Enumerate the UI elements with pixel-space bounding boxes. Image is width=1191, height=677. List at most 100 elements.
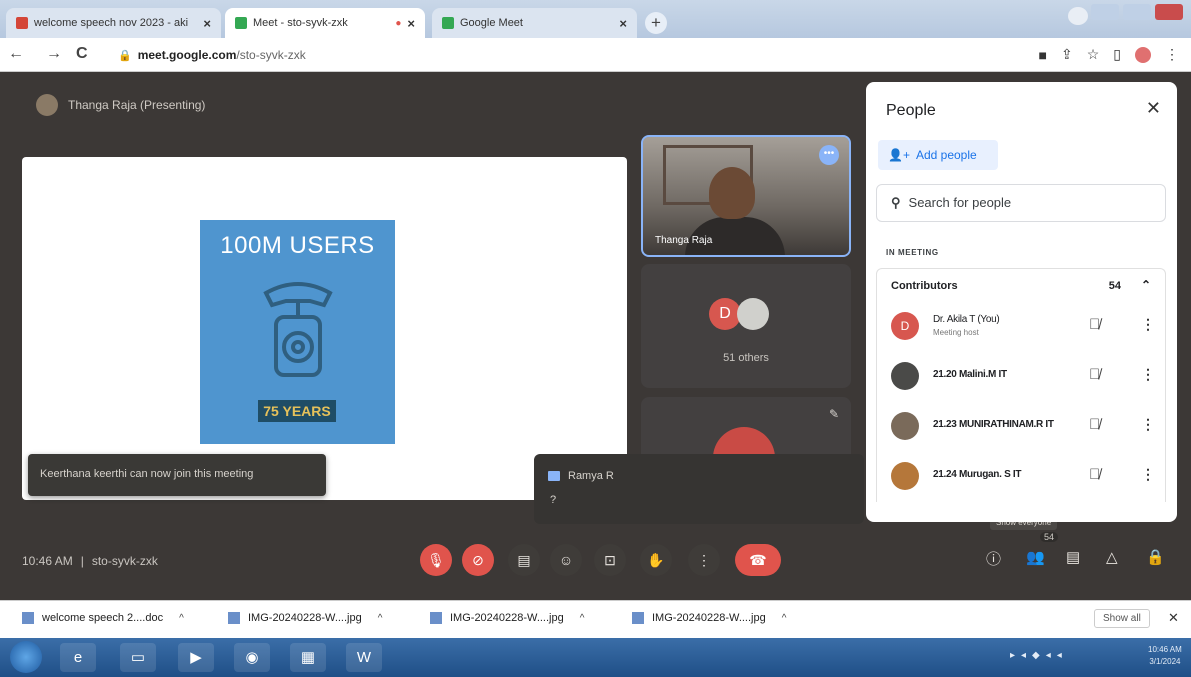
tab-meet[interactable]: Meet - sto-syvk-zxk ● × <box>225 8 425 38</box>
chat-sender: Ramya R <box>548 470 614 482</box>
show-all-button[interactable]: Show all <box>1094 609 1150 628</box>
forward-icon[interactable]: → <box>46 45 62 63</box>
doc-file-icon <box>22 612 34 624</box>
photo-viewer-icon[interactable]: ▦ <box>290 643 326 672</box>
participant-name: 21.23 MUNIRATHINAM.R IT <box>933 419 1054 430</box>
chevron-up-icon[interactable]: ^ <box>179 613 184 624</box>
more-vert-icon[interactable]: ⋮ <box>1141 466 1155 483</box>
media-player-icon[interactable]: ▶ <box>178 643 214 672</box>
download-item[interactable]: IMG-20240228-W....jpg ^ <box>430 612 584 624</box>
new-tab-button[interactable]: + <box>645 12 667 34</box>
address-bar: ← → C 🔒 meet.google.com/sto-syvk-zxk ■ ⇪ … <box>0 38 1191 72</box>
chevron-up-icon[interactable]: ⌃ <box>1141 278 1151 292</box>
tab-title: welcome speech nov 2023 - aki <box>34 17 189 29</box>
chat-popup[interactable]: Ramya R ? <box>534 454 864 524</box>
close-icon[interactable]: ✕ <box>1168 610 1179 626</box>
close-tab-icon[interactable]: × <box>407 16 415 31</box>
window-close-button[interactable] <box>1155 4 1183 20</box>
reload-icon[interactable]: C <box>76 45 88 63</box>
camera-toggle-button[interactable]: ⊘ <box>462 544 494 576</box>
participant-row[interactable]: D Dr. Akila T (You) Meeting host 🎙̸ ⋮ <box>876 302 1166 352</box>
toolbar-icons: ■ ⇪ ☆ ▯ ⋮ <box>1039 46 1179 63</box>
add-people-label: Add people <box>915 148 977 162</box>
close-icon[interactable]: ✕ <box>1146 98 1161 119</box>
add-people-button[interactable]: 👤+ Add people <box>878 140 998 170</box>
chat-icon <box>548 471 560 481</box>
minimize-button[interactable] <box>1091 4 1119 20</box>
poster-badge: 75 YEARS <box>258 400 336 422</box>
mic-toggle-button[interactable]: 🎙 <box>420 544 452 576</box>
participant-row[interactable]: 21.20 Malini.M IT 🎙̸ ⋮ <box>876 352 1166 402</box>
system-tray[interactable]: ▸◂◆◂◂ <box>1010 650 1068 661</box>
captions-button[interactable]: ▤ <box>508 544 540 576</box>
side-panel-icon[interactable]: ▯ <box>1113 46 1121 63</box>
clock-date: 3/1/2024 <box>1149 657 1181 666</box>
participant-name: 21.24 Murugan. S IT <box>933 469 1022 480</box>
download-item[interactable]: IMG-20240228-W....jpg ^ <box>228 612 382 624</box>
others-tile[interactable]: D 51 others <box>641 264 851 388</box>
meeting-code: sto-syvk-zxk <box>91 554 158 568</box>
downloads-bar: welcome speech 2....doc ^ IMG-20240228-W… <box>0 600 1191 638</box>
participant-row[interactable]: 21.23 MUNIRATHINAM.R IT 🎙̸ ⋮ <box>876 402 1166 452</box>
download-item[interactable]: welcome speech 2....doc ^ <box>22 612 184 624</box>
screen: welcome speech nov 2023 - aki × Meet - s… <box>0 0 1191 677</box>
presenter-label: Thanga Raja (Presenting) <box>36 94 205 116</box>
people-icon[interactable]: 👥 <box>1026 548 1045 566</box>
camera-icon[interactable]: ■ <box>1039 47 1047 63</box>
video-person-head <box>709 167 755 219</box>
word-icon[interactable]: W <box>346 643 382 672</box>
contributors-header[interactable]: Contributors 54 ⌃ <box>876 268 1166 302</box>
start-button[interactable] <box>10 641 42 673</box>
more-options-button[interactable]: ⋮ <box>688 544 720 576</box>
tab-title: Google Meet <box>460 17 523 29</box>
chat-icon-button[interactable]: ▤ <box>1066 548 1080 566</box>
chevron-up-icon[interactable]: ^ <box>580 613 585 624</box>
speaker-tile[interactable]: Thanga Raja ••• <box>641 135 851 257</box>
more-vert-icon[interactable]: ⋮ <box>1141 366 1155 383</box>
chrome-icon[interactable]: ◉ <box>234 643 270 672</box>
maximize-button[interactable] <box>1123 4 1151 20</box>
activities-icon[interactable]: △ <box>1106 548 1118 566</box>
gmail-icon <box>16 17 28 29</box>
raise-hand-button[interactable]: ✋ <box>640 544 672 576</box>
download-name: IMG-20240228-W....jpg <box>652 612 766 624</box>
menu-kebab-icon[interactable]: ⋮ <box>1165 46 1179 63</box>
leave-call-button[interactable]: ☎ <box>735 544 781 576</box>
more-vert-icon[interactable]: ⋮ <box>1141 416 1155 433</box>
close-tab-icon[interactable]: × <box>619 16 627 31</box>
tab-search-icon[interactable] <box>1068 7 1088 25</box>
tile-options-icon[interactable]: ••• <box>819 145 839 165</box>
download-name: IMG-20240228-W....jpg <box>248 612 362 624</box>
emoji-button[interactable]: ☺ <box>550 544 582 576</box>
url-path: /sto-syvk-zxk <box>236 48 306 62</box>
info-icon[interactable]: ⓘ <box>986 548 1001 569</box>
add-person-icon: 👤+ <box>888 148 910 162</box>
more-vert-icon[interactable]: ⋮ <box>1141 316 1155 333</box>
participant-row[interactable]: 21.24 Murugan. S IT 🎙̸ ⋮ <box>876 452 1166 502</box>
share-icon[interactable]: ⇪ <box>1061 46 1073 63</box>
present-button[interactable]: ⊡ <box>594 544 626 576</box>
search-placeholder: Search for people <box>908 195 1012 210</box>
host-controls-icon[interactable]: 🔒 <box>1146 548 1165 566</box>
chevron-up-icon[interactable]: ^ <box>782 613 787 624</box>
taskbar-clock[interactable]: 10:46 AM 3/1/2024 <box>1148 644 1182 668</box>
join-notification: Keerthana keerthi can now join this meet… <box>28 454 326 496</box>
bookmark-star-icon[interactable]: ☆ <box>1087 46 1100 63</box>
download-item[interactable]: IMG-20240228-W....jpg ^ <box>632 612 786 624</box>
presenter-avatar <box>36 94 58 116</box>
avatar <box>891 462 919 490</box>
meeting-info: 10:46 AM | sto-syvk-zxk <box>22 554 158 568</box>
people-panel: People ✕ 👤+ Add people ⚲ Search for people… <box>866 82 1177 522</box>
mic-off-icon: 🎙̸ <box>1089 466 1101 483</box>
close-tab-icon[interactable]: × <box>203 16 211 31</box>
url-field[interactable]: 🔒 meet.google.com/sto-syvk-zxk <box>118 48 306 62</box>
ie-icon[interactable]: e <box>60 643 96 672</box>
tab-welcome-speech[interactable]: welcome speech nov 2023 - aki × <box>6 8 221 38</box>
back-icon[interactable]: ← <box>8 45 24 63</box>
chevron-up-icon[interactable]: ^ <box>378 613 383 624</box>
profile-avatar[interactable] <box>1135 46 1151 63</box>
tab-google-meet[interactable]: Google Meet × <box>432 8 637 38</box>
explorer-icon[interactable]: ▭ <box>120 643 156 672</box>
search-people-input[interactable]: ⚲ Search for people <box>876 184 1166 222</box>
slide-poster: 100M USERS 75 YEARS <box>200 220 395 444</box>
